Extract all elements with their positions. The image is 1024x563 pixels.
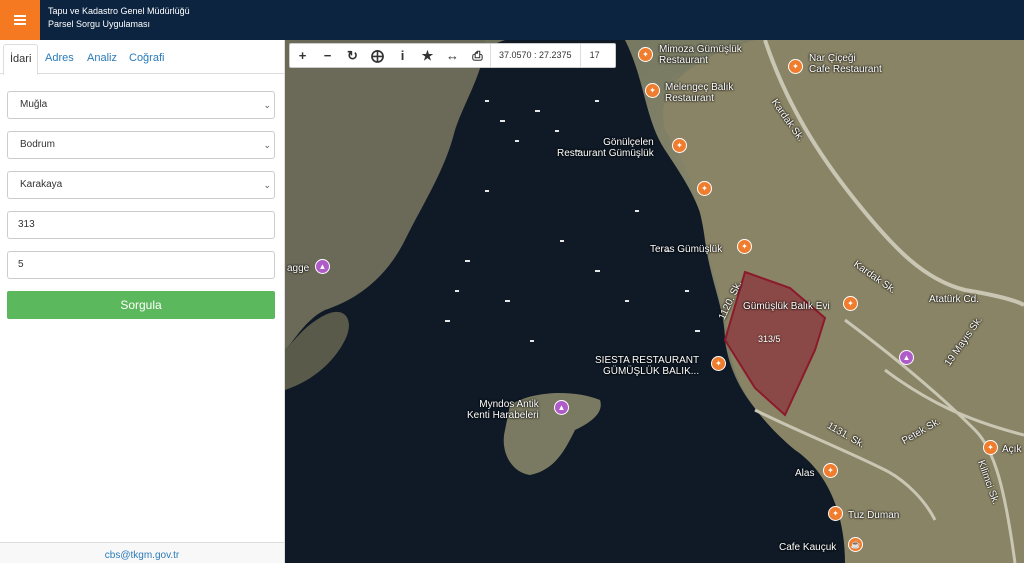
parsel-input[interactable]: 5 [7, 251, 275, 279]
ilce-value: Bodrum [20, 139, 56, 150]
cafe-pin-icon[interactable]: ☕ [848, 537, 863, 552]
app-title-line1: Tapu ve Kadastro Genel Müdürlüğü [48, 6, 190, 16]
chevron-down-icon: ⌄ [263, 180, 271, 190]
il-value: Muğla [20, 99, 48, 110]
map-toolbar: + − ↻ ⨁ i ★ ↔ ⎙ 37.0570 : 27.2375 17 [289, 43, 616, 68]
place-label[interactable]: Gönülçelen Restaurant Gümüşlük [557, 137, 654, 159]
place-name: Melengeç Balık Restaurant [665, 82, 734, 104]
map-view[interactable]: + − ↻ ⨁ i ★ ↔ ⎙ 37.0570 : 27.2375 17 ✦ M… [285, 40, 1024, 563]
app-title-line2: Parsel Sorgu Uygulaması [48, 19, 151, 29]
print-icon[interactable]: ⎙ [465, 44, 490, 67]
restaurant-pin-icon[interactable]: ✦ [823, 463, 838, 478]
locate-icon[interactable]: ⨁ [365, 44, 390, 67]
chevron-down-icon: ⌄ [263, 100, 271, 110]
place-name: Teras Gümüşlük [650, 244, 723, 255]
tab-bar: İdari Adres Analiz Coğrafi [0, 44, 284, 75]
restaurant-pin-icon[interactable]: ✦ [843, 296, 858, 311]
app-title: Tapu ve Kadastro Genel Müdürlüğü Parsel … [48, 5, 190, 31]
tab-analiz[interactable]: Analiz [81, 44, 123, 75]
refresh-icon[interactable]: ↻ [340, 44, 365, 67]
satellite-map [285, 40, 1024, 563]
place-label[interactable]: Tuz Duman [848, 510, 899, 521]
parcel-label[interactable]: 313/5 [758, 334, 781, 344]
place-label[interactable]: Gümüşlük Balık Evi [743, 301, 830, 312]
place-label[interactable]: Teras Gümüşlük [650, 244, 722, 255]
place-label[interactable]: Melengeç Balık Restaurant [665, 82, 733, 104]
top-bar: Tapu ve Kadastro Genel Müdürlüğü Parsel … [0, 0, 1024, 40]
tab-cografi[interactable]: Coğrafi [123, 44, 170, 75]
place-name: agge [287, 263, 310, 274]
ada-input[interactable]: 313 [7, 211, 275, 239]
coordinate-readout: 37.0570 : 27.2375 [490, 44, 580, 67]
place-name: Tuz Duman [848, 510, 900, 521]
restaurant-pin-icon[interactable]: ✦ [737, 239, 752, 254]
sorgula-button[interactable]: Sorgula [7, 291, 275, 319]
il-select[interactable]: Muğla ⌄ [7, 91, 275, 119]
place-name: Cafe Kauçuk [779, 542, 837, 553]
restaurant-pin-icon[interactable]: ✦ [638, 47, 653, 62]
place-name: Myndos Antik Kenti Harabeleri [467, 399, 539, 421]
place-label[interactable]: Açık [1002, 444, 1021, 455]
restaurant-pin-icon[interactable]: ✦ [711, 356, 726, 371]
menu-button[interactable] [0, 0, 40, 40]
sidebar: İdari Adres Analiz Coğrafi Muğla ⌄ Bodrum… [0, 40, 285, 563]
place-label[interactable]: Cafe Kauçuk [779, 542, 836, 553]
landmark-pin-icon[interactable]: ▲ [899, 350, 914, 365]
restaurant-pin-icon[interactable]: ✦ [983, 440, 998, 455]
place-name: Gümüşlük Balık Evi [743, 301, 830, 312]
mahalle-value: Karakaya [20, 179, 63, 190]
place-label[interactable]: SIESTA RESTAURANT GÜMÜŞLÜK BALIK... [595, 355, 699, 377]
chevron-down-icon: ⌄ [263, 140, 271, 150]
place-name: Açık [1002, 444, 1022, 455]
tab-idari[interactable]: İdari [3, 44, 39, 75]
landmark-pin-icon[interactable]: ▲ [554, 400, 569, 415]
zoom-level: 17 [579, 44, 609, 67]
zoom-out-icon[interactable]: − [315, 44, 340, 67]
place-label[interactable]: Alas [795, 468, 814, 479]
place-label[interactable]: Nar Çiçeği Cafe Restaurant [809, 53, 882, 75]
mahalle-select[interactable]: Karakaya ⌄ [7, 171, 275, 199]
hamburger-icon [14, 15, 26, 25]
place-name: SIESTA RESTAURANT GÜMÜŞLÜK BALIK... [595, 355, 700, 377]
zoom-in-icon[interactable]: + [290, 44, 315, 67]
place-name: Mimoza Gümüşlük Restaurant [659, 44, 742, 66]
restaurant-pin-icon[interactable]: ✦ [788, 59, 803, 74]
measure-icon[interactable]: ↔ [440, 44, 465, 67]
footer-email[interactable]: cbs@tkgm.gov.tr [0, 542, 284, 563]
restaurant-pin-icon[interactable]: ✦ [645, 83, 660, 98]
ilce-select[interactable]: Bodrum ⌄ [7, 131, 275, 159]
tab-adres[interactable]: Adres [39, 44, 80, 75]
restaurant-pin-icon[interactable]: ✦ [672, 138, 687, 153]
restaurant-pin-icon[interactable]: ✦ [828, 506, 843, 521]
info-icon[interactable]: i [390, 44, 415, 67]
place-label[interactable]: Mimoza Gümüşlük Restaurant [659, 44, 742, 66]
place-name: Gönülçelen Restaurant Gümüşlük [557, 137, 654, 159]
place-name: Nar Çiçeği Cafe Restaurant [809, 53, 882, 75]
bookmark-star-icon[interactable]: ★ [415, 44, 440, 67]
road-label: Atatürk Cd. [929, 294, 980, 305]
landmark-pin-icon[interactable]: ▲ [315, 259, 330, 274]
place-label[interactable]: agge [287, 263, 309, 274]
place-name: Alas [795, 468, 815, 479]
place-label[interactable]: Myndos Antik Kenti Harabeleri [467, 399, 539, 421]
restaurant-pin-icon[interactable]: ✦ [697, 181, 712, 196]
